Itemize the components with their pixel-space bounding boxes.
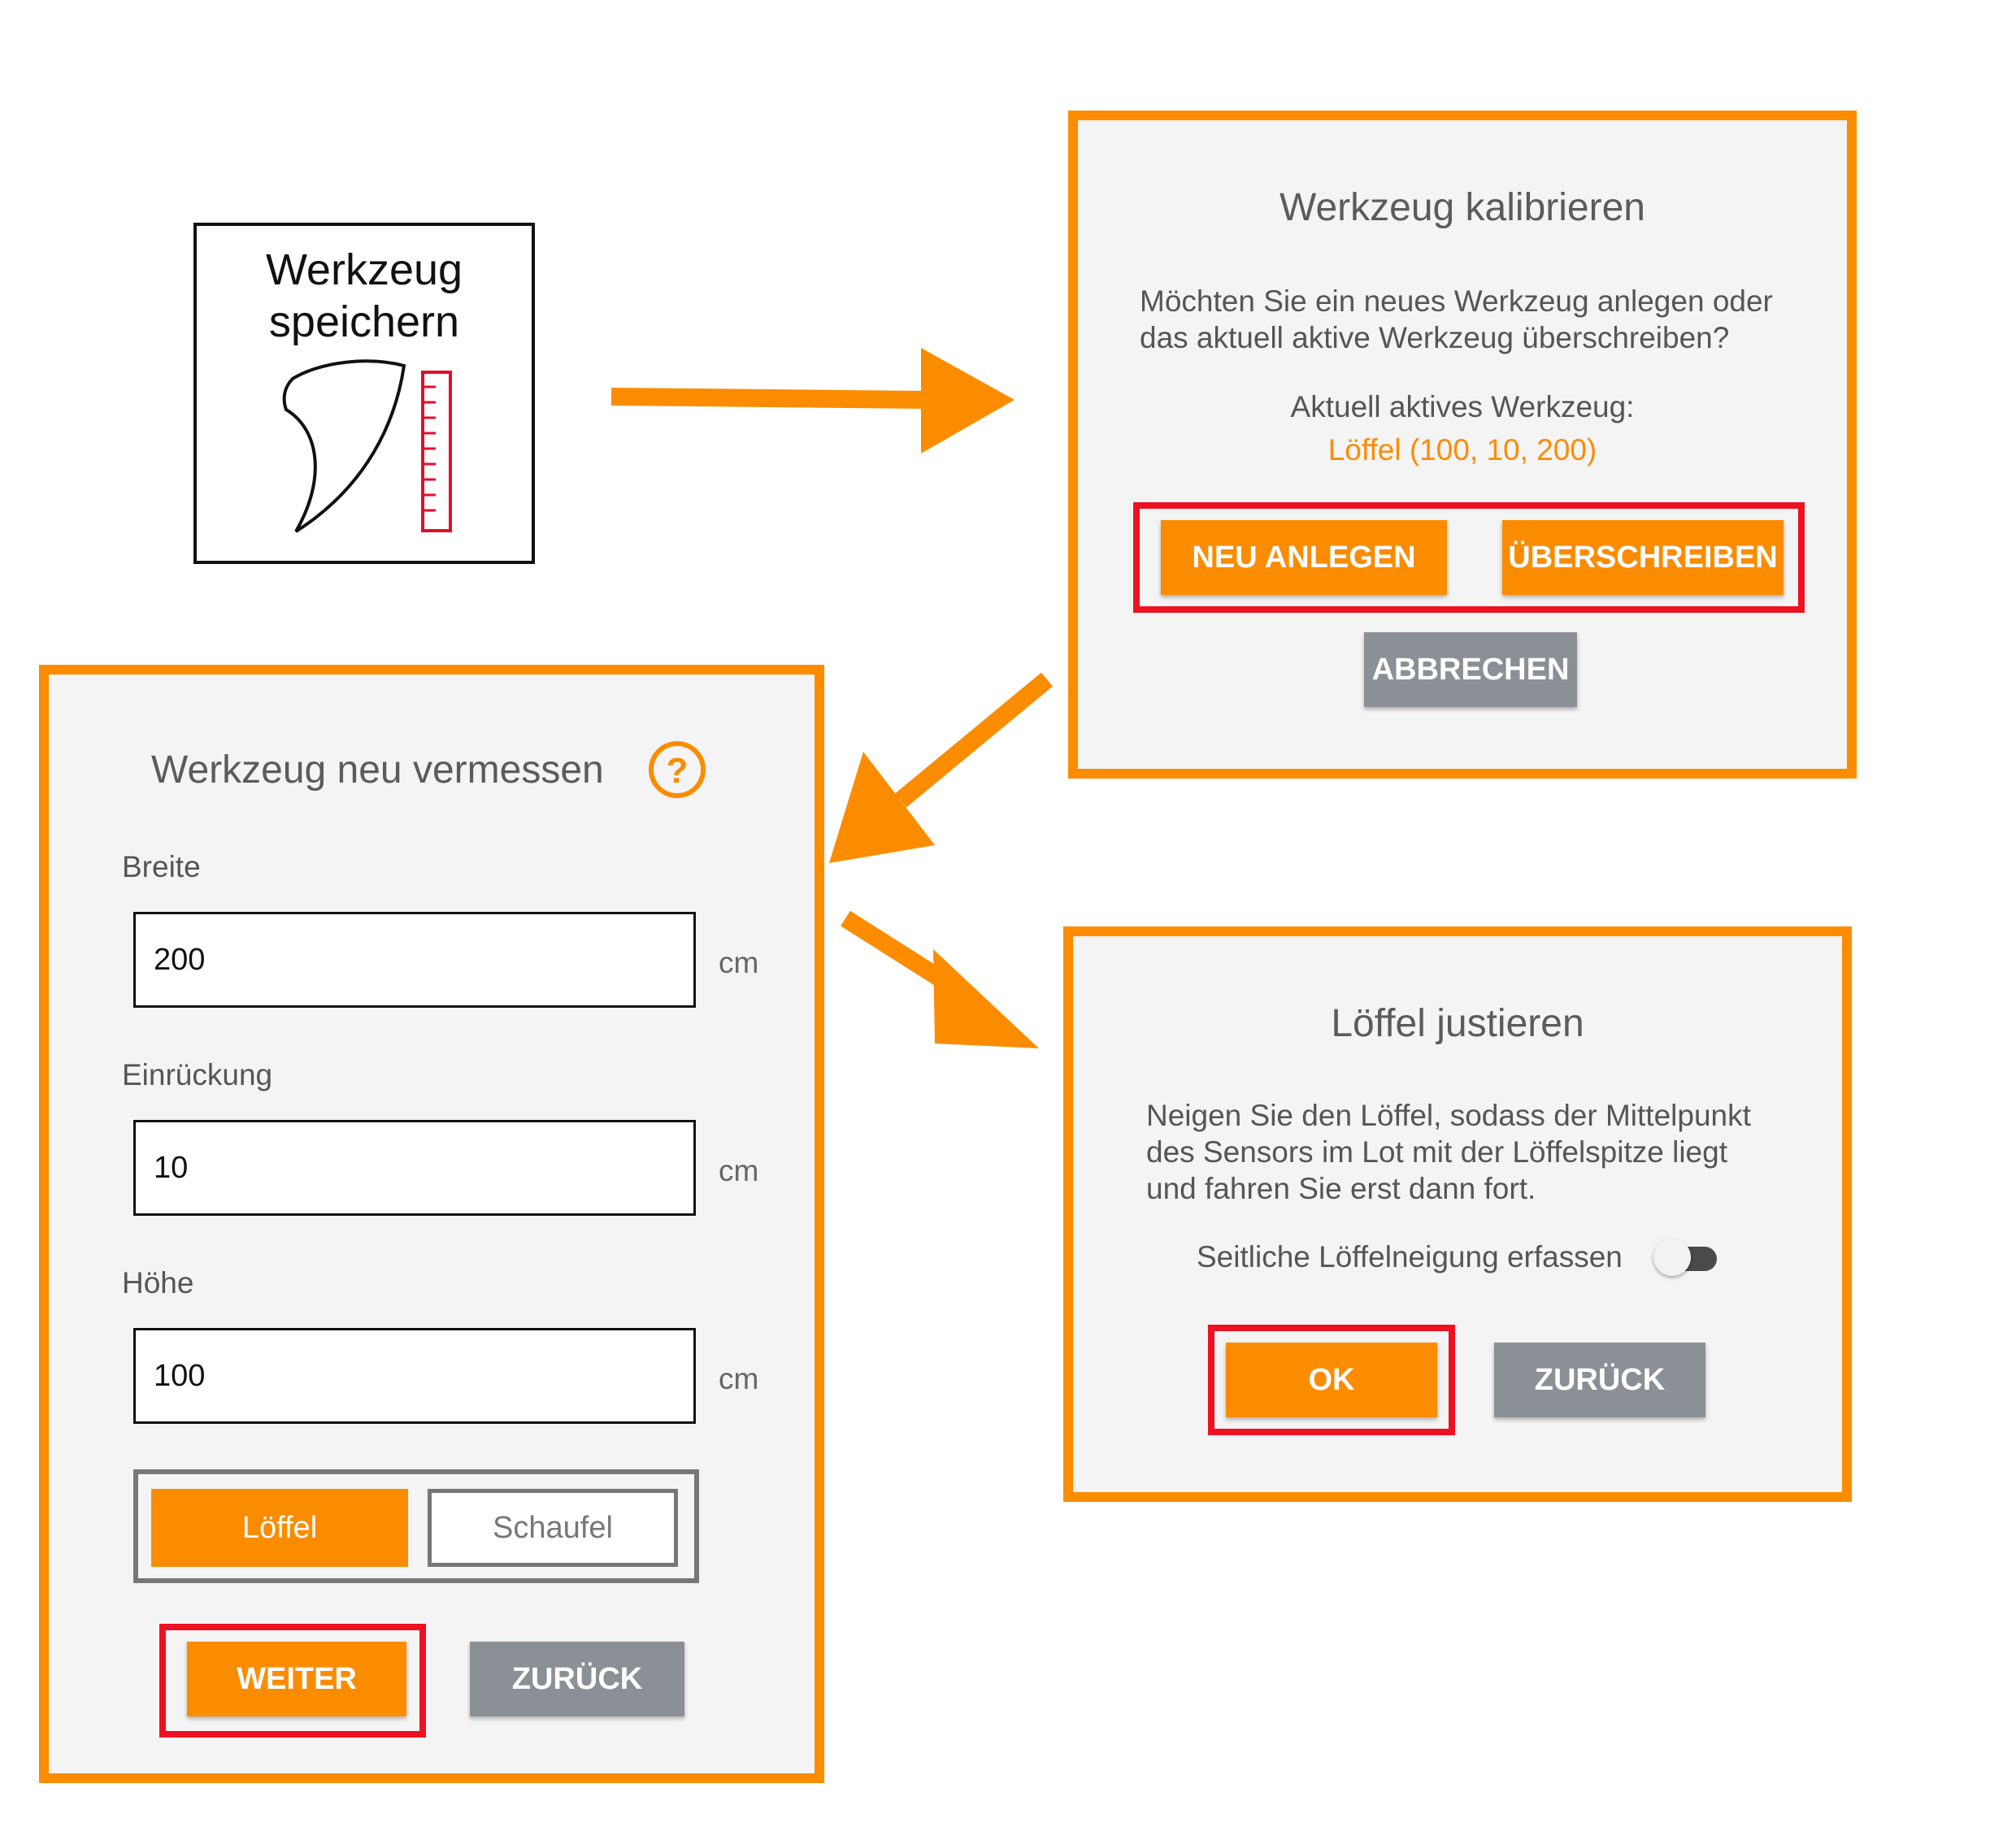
spoon-option[interactable]: Löffel bbox=[151, 1489, 408, 1567]
adjust-text-line3: und fahren Sie erst dann fort. bbox=[1146, 1172, 1536, 1205]
active-tool-value: Löffel (100, 10, 200) bbox=[1327, 433, 1597, 466]
calibrate-question-line2: das aktuell aktive Werkzeug überschreibe… bbox=[1140, 321, 1730, 354]
measure-dialog: Werkzeug neu vermessen ? Breite 200 cm E… bbox=[39, 665, 824, 1783]
back-button[interactable]: ZURÜCK bbox=[470, 1642, 684, 1716]
ok-button[interactable]: OK bbox=[1226, 1343, 1437, 1417]
adjust-dialog: Löffel justieren Neigen Sie den Löffel, … bbox=[1063, 926, 1852, 1502]
help-circle-icon[interactable]: ? bbox=[647, 740, 707, 800]
overwrite-tool-button[interactable]: ÜBERSCHREIBEN bbox=[1502, 520, 1784, 595]
svg-text:?: ? bbox=[667, 751, 689, 791]
height-unit: cm bbox=[719, 1362, 759, 1395]
width-unit: cm bbox=[719, 946, 759, 979]
calibrate-question-line1: Möchten Sie ein neues Werkzeug anlegen o… bbox=[1140, 284, 1773, 318]
arrow-down-right-icon bbox=[841, 910, 1039, 1048]
arrow-right-icon bbox=[610, 348, 1015, 453]
switch-thumb bbox=[1653, 1239, 1691, 1276]
calibrate-dialog: Werkzeug kalibrieren Möchten Sie ein neu… bbox=[1068, 111, 1857, 779]
adjust-back-button[interactable]: ZURÜCK bbox=[1494, 1343, 1705, 1417]
indent-unit: cm bbox=[719, 1154, 759, 1187]
adjust-text-line2: des Sensors im Lot mit der Löffelspitze … bbox=[1146, 1135, 1727, 1169]
indent-label: Einrückung bbox=[122, 1058, 273, 1091]
switch-label: Seitliche Löffelneigung erfassen bbox=[1197, 1240, 1623, 1273]
new-tool-button[interactable]: NEU ANLEGEN bbox=[1161, 520, 1447, 595]
active-tool-label: Aktuell aktives Werkzeug: bbox=[1290, 390, 1635, 423]
indent-input[interactable]: 10 bbox=[133, 1120, 696, 1216]
height-input[interactable]: 100 bbox=[133, 1328, 696, 1424]
width-input[interactable]: 200 bbox=[133, 912, 696, 1008]
next-button[interactable]: WEITER bbox=[187, 1642, 406, 1716]
bucket-measure-icon bbox=[282, 359, 452, 533]
tool-type-toggle: Löffel Schaufel bbox=[133, 1469, 699, 1583]
shovel-option[interactable]: Schaufel bbox=[428, 1489, 678, 1567]
calibrate-dialog-title: Werkzeug kalibrieren bbox=[1280, 186, 1645, 229]
save-tool-tile[interactable]: Werkzeug speichern bbox=[193, 223, 535, 564]
cancel-button[interactable]: ABBRECHEN bbox=[1364, 632, 1577, 707]
height-label: Höhe bbox=[122, 1266, 194, 1299]
adjust-dialog-title: Löffel justieren bbox=[1331, 1002, 1584, 1045]
width-label: Breite bbox=[122, 850, 201, 883]
adjust-text-line1: Neigen Sie den Löffel, sodass der Mittel… bbox=[1146, 1099, 1751, 1132]
measure-dialog-title: Werkzeug neu vermessen bbox=[151, 748, 604, 792]
arrow-down-left-icon bbox=[829, 672, 1054, 863]
lateral-tilt-switch[interactable] bbox=[1653, 1237, 1722, 1281]
